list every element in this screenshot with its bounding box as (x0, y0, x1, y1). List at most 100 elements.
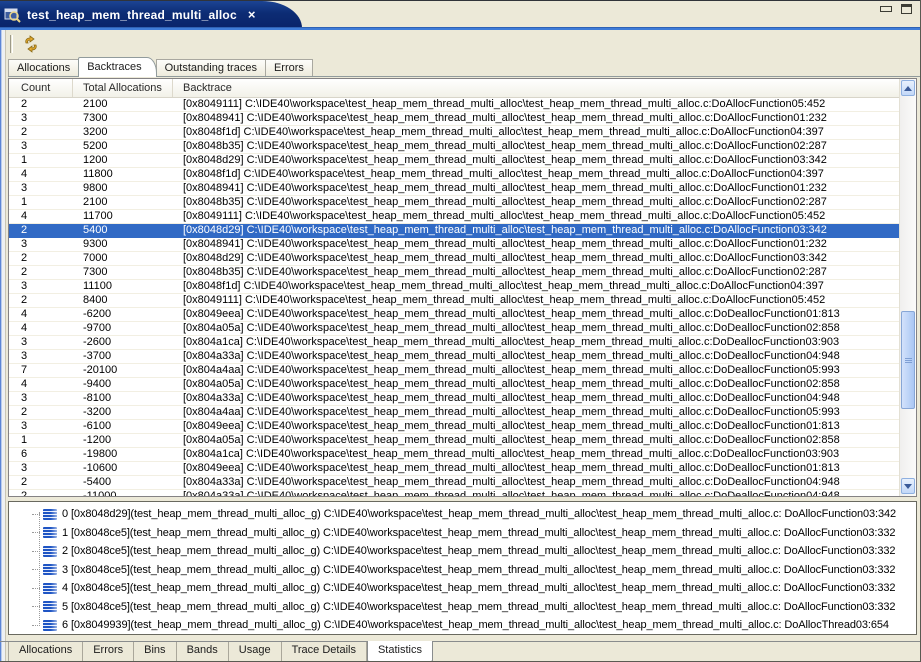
vertical-scrollbar[interactable] (899, 79, 916, 496)
scrollbar-thumb[interactable] (901, 311, 915, 409)
table-cell: [0x8048941] C:\IDE40\workspace\test_heap… (173, 182, 899, 195)
table-row[interactable]: 25400[0x8048d29] C:\IDE40\workspace\test… (9, 224, 899, 238)
table-row[interactable]: 11200[0x8048d29] C:\IDE40\workspace\test… (9, 154, 899, 168)
table-row[interactable]: 3-3700[0x804a33a] C:\IDE40\workspace\tes… (9, 350, 899, 364)
table-row[interactable]: 3-2600[0x804a1ca] C:\IDE40\workspace\tes… (9, 336, 899, 350)
bottom-tab-statistics[interactable]: Statistics (367, 641, 433, 662)
tab-backtraces[interactable]: Backtraces (78, 57, 156, 77)
table-cell: 2100 (73, 196, 173, 209)
table-cell: 3 (9, 420, 73, 433)
table-row[interactable]: 311100[0x8048f1d] C:\IDE40\workspace\tes… (9, 280, 899, 294)
table-row[interactable]: 2-11000[0x804a33a] C:\IDE40\workspace\te… (9, 490, 899, 496)
stack-frame-icon (43, 601, 57, 612)
table-cell: 6 (9, 448, 73, 461)
table-cell: [0x8048b35] C:\IDE40\workspace\test_heap… (173, 266, 899, 279)
table-row[interactable]: 411800[0x8048f1d] C:\IDE40\workspace\tes… (9, 168, 899, 182)
table-cell: 2 (9, 126, 73, 139)
tree-branch-line (32, 569, 40, 570)
synchronize-icon[interactable] (22, 35, 40, 53)
tree-branch-line (32, 606, 40, 607)
stack-frame-icon (43, 527, 57, 538)
scroll-up-button[interactable] (901, 80, 915, 96)
table-row[interactable]: 6-19800[0x804a1ca] C:\IDE40\workspace\te… (9, 448, 899, 462)
column-header-total-allocations[interactable]: Total Allocations (73, 79, 173, 97)
bottom-tab-bins[interactable]: Bins (134, 642, 176, 661)
bottom-tab-bands[interactable]: Bands (177, 642, 229, 661)
table-cell: 2 (9, 98, 73, 111)
table-cell: [0x804a05a] C:\IDE40\workspace\test_heap… (173, 322, 899, 335)
table-cell: [0x8048d29] C:\IDE40\workspace\test_heap… (173, 154, 899, 167)
table-row[interactable]: 2-5400[0x804a33a] C:\IDE40\workspace\tes… (9, 476, 899, 490)
stack-frame-text: 0 [0x8048d29](test_heap_mem_thread_multi… (62, 508, 896, 520)
tab-allocations[interactable]: Allocations (8, 59, 79, 76)
stack-frame-item[interactable]: 1 [0x8048ce5](test_heap_mem_thread_multi… (9, 524, 916, 543)
scroll-down-button[interactable] (901, 478, 915, 494)
bottom-tab-usage[interactable]: Usage (229, 642, 282, 661)
table-cell: [0x8049eea] C:\IDE40\workspace\test_heap… (173, 420, 899, 433)
table-cell: [0x804a33a] C:\IDE40\workspace\test_heap… (173, 350, 899, 363)
table-row[interactable]: 27300[0x8048b35] C:\IDE40\workspace\test… (9, 266, 899, 280)
close-icon[interactable]: × (243, 1, 261, 28)
table-row[interactable]: 411700[0x8049111] C:\IDE40\workspace\tes… (9, 210, 899, 224)
table-cell: [0x8049111] C:\IDE40\workspace\test_heap… (173, 98, 899, 111)
table-cell: [0x804a1ca] C:\IDE40\workspace\test_heap… (173, 448, 899, 461)
table-cell: 3 (9, 140, 73, 153)
table-cell: 3 (9, 350, 73, 363)
stack-frame-item[interactable]: 5 [0x8048ce5](test_heap_mem_thread_multi… (9, 598, 916, 617)
table-row[interactable]: 35200[0x8048b35] C:\IDE40\workspace\test… (9, 140, 899, 154)
table-cell: 1 (9, 154, 73, 167)
table-row[interactable]: 3-8100[0x804a33a] C:\IDE40\workspace\tes… (9, 392, 899, 406)
table-cell: 2100 (73, 98, 173, 111)
tab-outstanding-traces[interactable]: Outstanding traces (156, 59, 266, 76)
table-row[interactable]: 39800[0x8048941] C:\IDE40\workspace\test… (9, 182, 899, 196)
table-row[interactable]: 7-20100[0x804a4aa] C:\IDE40\workspace\te… (9, 364, 899, 378)
view-tab[interactable]: test_heap_mem_thread_multi_alloc × (0, 1, 262, 28)
stack-frame-text: 6 [0x8049939](test_heap_mem_thread_multi… (62, 619, 889, 631)
table-row[interactable]: 28400[0x8049111] C:\IDE40\workspace\test… (9, 294, 899, 308)
bottom-tab-trace-details[interactable]: Trace Details (282, 642, 367, 661)
table-row[interactable]: 27000[0x8048d29] C:\IDE40\workspace\test… (9, 252, 899, 266)
stack-frame-item[interactable]: 4 [0x8048ce5](test_heap_mem_thread_multi… (9, 579, 916, 598)
table-cell: 7300 (73, 112, 173, 125)
table-cell: -2600 (73, 336, 173, 349)
stack-frame-item[interactable]: 3 [0x8048ce5](test_heap_mem_thread_multi… (9, 561, 916, 580)
table-cell: [0x8049111] C:\IDE40\workspace\test_heap… (173, 210, 899, 223)
toolbar-gripper[interactable] (10, 35, 13, 53)
table-row[interactable]: 4-6200[0x8049eea] C:\IDE40\workspace\tes… (9, 308, 899, 322)
table-row[interactable]: 4-9700[0x804a05a] C:\IDE40\workspace\tes… (9, 322, 899, 336)
maximize-icon[interactable] (901, 4, 912, 14)
table-header: CountTotal AllocationsBacktrace (9, 79, 899, 98)
view-title: test_heap_mem_thread_multi_alloc (27, 8, 237, 22)
table-cell: 1200 (73, 154, 173, 167)
bottom-tab-errors[interactable]: Errors (83, 642, 134, 661)
tree-branch-line (32, 551, 40, 552)
column-header-count[interactable]: Count (9, 79, 73, 97)
table-row[interactable]: 3-6100[0x8049eea] C:\IDE40\workspace\tes… (9, 420, 899, 434)
stack-frame-text: 4 [0x8048ce5](test_heap_mem_thread_multi… (62, 582, 895, 594)
stack-frame-icon (43, 509, 57, 520)
table-row[interactable]: 39300[0x8048941] C:\IDE40\workspace\test… (9, 238, 899, 252)
table-cell: [0x8048b35] C:\IDE40\workspace\test_heap… (173, 196, 899, 209)
table-cell: 3 (9, 392, 73, 405)
table-cell: -3700 (73, 350, 173, 363)
table-row[interactable]: 37300[0x8048941] C:\IDE40\workspace\test… (9, 112, 899, 126)
stack-frame-item[interactable]: 2 [0x8048ce5](test_heap_mem_thread_multi… (9, 542, 916, 561)
table-cell: 3 (9, 238, 73, 251)
table-row[interactable]: 4-9400[0x804a05a] C:\IDE40\workspace\tes… (9, 378, 899, 392)
chevron-down-icon (904, 484, 912, 489)
column-header-backtrace[interactable]: Backtrace (173, 79, 899, 97)
tab-errors[interactable]: Errors (265, 59, 313, 76)
table-row[interactable]: 12100[0x8048b35] C:\IDE40\workspace\test… (9, 196, 899, 210)
table-row[interactable]: 23200[0x8048f1d] C:\IDE40\workspace\test… (9, 126, 899, 140)
table-cell: -10600 (73, 462, 173, 475)
table-cell: [0x804a4aa] C:\IDE40\workspace\test_heap… (173, 364, 899, 377)
table-row[interactable]: 1-1200[0x804a05a] C:\IDE40\workspace\tes… (9, 434, 899, 448)
table-row[interactable]: 2-3200[0x804a4aa] C:\IDE40\workspace\tes… (9, 406, 899, 420)
table-cell: [0x8049eea] C:\IDE40\workspace\test_heap… (173, 462, 899, 475)
table-row[interactable]: 22100[0x8049111] C:\IDE40\workspace\test… (9, 98, 899, 112)
table-row[interactable]: 3-10600[0x8049eea] C:\IDE40\workspace\te… (9, 462, 899, 476)
minimize-icon[interactable] (880, 6, 892, 12)
stack-frame-item[interactable]: 0 [0x8048d29](test_heap_mem_thread_multi… (9, 505, 916, 524)
stack-frame-item[interactable]: 6 [0x8049939](test_heap_mem_thread_multi… (9, 616, 916, 635)
bottom-tab-allocations[interactable]: Allocations (8, 642, 83, 661)
